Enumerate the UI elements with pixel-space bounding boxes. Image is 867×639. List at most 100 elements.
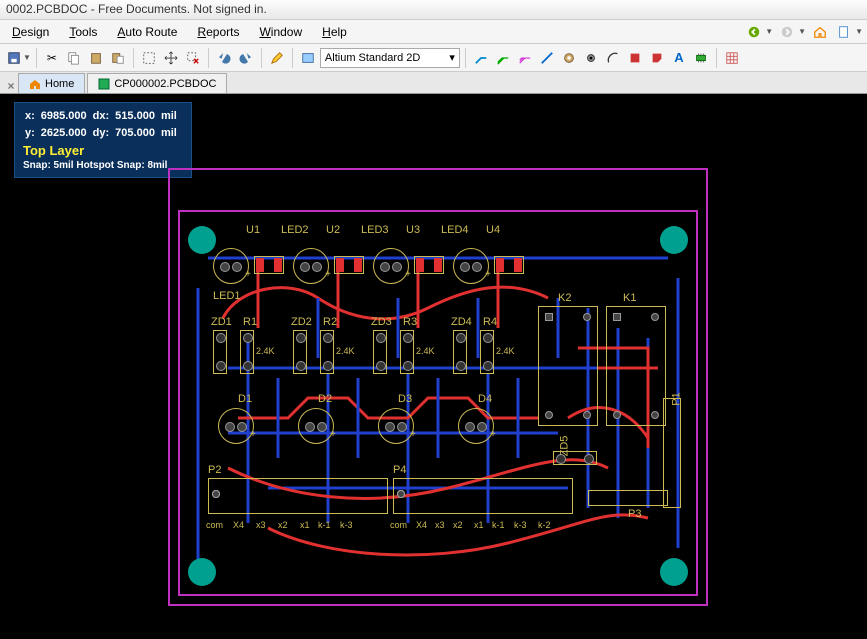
place-comp-button[interactable]: [691, 49, 711, 67]
pin-label: k-1: [318, 520, 331, 530]
menu-tools[interactable]: Tools: [61, 23, 105, 41]
designator: U1: [246, 224, 260, 236]
route-button[interactable]: [471, 49, 491, 67]
component-res: [553, 451, 597, 465]
component-led: [254, 256, 284, 274]
place-via-button[interactable]: [581, 49, 601, 67]
component-header: [588, 490, 668, 506]
component-res: [480, 330, 494, 374]
designator: D3: [398, 393, 412, 405]
pcb-canvas[interactable]: x:6985.000dx:515.000mil y:2625.000dy:705…: [0, 94, 867, 639]
deselect-button[interactable]: [183, 49, 203, 67]
copy-button[interactable]: [64, 49, 84, 67]
snap-label: Snap: 5mil Hotspot Snap: 8mil: [23, 158, 183, 173]
pin-label: k-1: [492, 520, 505, 530]
place-poly-button[interactable]: [647, 49, 667, 67]
component-res: [400, 330, 414, 374]
route-diff-button[interactable]: [493, 49, 513, 67]
paste-special-button[interactable]: [108, 49, 128, 67]
component-res: [453, 330, 467, 374]
designator: LED2: [281, 224, 309, 236]
edit-button[interactable]: [267, 49, 287, 67]
pin-label: X4: [233, 520, 244, 530]
component-res: [320, 330, 334, 374]
menu-window[interactable]: Window: [251, 23, 310, 41]
place-fill-button[interactable]: [625, 49, 645, 67]
menu-help[interactable]: Help: [314, 23, 355, 41]
component-cap: +: [458, 408, 494, 444]
tab-close-button[interactable]: ×: [4, 79, 18, 93]
pin-label: x3: [435, 520, 445, 530]
component-res: [373, 330, 387, 374]
view-mode-combo[interactable]: Altium Standard 2D▾: [320, 48, 460, 68]
menu-autoroute[interactable]: Auto Route: [109, 23, 185, 41]
undo-button[interactable]: [214, 49, 234, 67]
pin-label: x2: [278, 520, 288, 530]
value: 2.4K: [256, 346, 275, 356]
paste-button[interactable]: [86, 49, 106, 67]
component-led: [334, 256, 364, 274]
home-button[interactable]: [810, 23, 830, 41]
cut-button[interactable]: ✂: [42, 49, 62, 67]
pin-label: k-3: [514, 520, 527, 530]
component-led: [414, 256, 444, 274]
designator: LED3: [361, 224, 389, 236]
place-string-button[interactable]: A: [669, 49, 689, 67]
pcb-board: U1 U2 U3 U4 LED2 LED3 LED4 LED1 + + + + …: [168, 168, 708, 606]
component-relay: [606, 306, 666, 426]
place-arc-button[interactable]: [603, 49, 623, 67]
component-cap: +: [213, 248, 249, 284]
tab-document-label: CP000002.PCBDOC: [114, 78, 216, 90]
page-button[interactable]: [834, 23, 854, 41]
place-track-button[interactable]: [537, 49, 557, 67]
title-bar: 0002.PCBDOC - Free Documents. Not signed…: [0, 0, 867, 20]
component-cap: +: [453, 248, 489, 284]
tab-home[interactable]: Home: [18, 73, 85, 93]
designator: U2: [326, 224, 340, 236]
nav-back-button[interactable]: [744, 23, 764, 41]
designator: ZD3: [371, 316, 392, 328]
tab-bar: × Home CP000002.PCBDOC: [0, 72, 867, 94]
designator: ZD2: [291, 316, 312, 328]
nav-fwd-button[interactable]: [777, 23, 797, 41]
view-button[interactable]: [298, 49, 318, 67]
home-icon: [29, 78, 41, 90]
pin-label: x1: [474, 520, 484, 530]
route-multi-button[interactable]: [515, 49, 535, 67]
pin-label: k-3: [340, 520, 353, 530]
component-conn: [393, 478, 573, 514]
designator: R2: [323, 316, 337, 328]
designator: D2: [318, 393, 332, 405]
designator: P2: [208, 464, 221, 476]
designator: P4: [393, 464, 406, 476]
menu-bar: DDesignesign Tools Auto Route Reports Wi…: [0, 20, 867, 44]
tab-document[interactable]: CP000002.PCBDOC: [87, 73, 227, 93]
component-cap: +: [218, 408, 254, 444]
redo-button[interactable]: [236, 49, 256, 67]
component-res: [293, 330, 307, 374]
move-button[interactable]: [161, 49, 181, 67]
place-pad-button[interactable]: [559, 49, 579, 67]
pin-label: x3: [256, 520, 266, 530]
mounting-hole: [188, 226, 216, 254]
designator: K1: [623, 292, 636, 304]
component-relay: [538, 306, 598, 426]
layer-label: Top Layer: [23, 143, 183, 158]
component-res: [213, 330, 227, 374]
save-button[interactable]: [4, 49, 24, 67]
menu-reports[interactable]: Reports: [189, 23, 247, 41]
toolbar: ▼ ✂ Altium Standard 2D▾ A: [0, 44, 867, 72]
value: 2.4K: [416, 346, 435, 356]
designator: ZD1: [211, 316, 232, 328]
grid-button[interactable]: [722, 49, 742, 67]
value: 2.4K: [336, 346, 355, 356]
select-rect-button[interactable]: [139, 49, 159, 67]
component-cap: +: [378, 408, 414, 444]
mounting-hole: [660, 226, 688, 254]
pin-label: x2: [453, 520, 463, 530]
component-res: [240, 330, 254, 374]
menu-design[interactable]: DDesignesign: [4, 23, 57, 41]
designator: K2: [558, 292, 571, 304]
pin-label: k-2: [538, 520, 551, 530]
pin-label: com: [206, 520, 223, 530]
